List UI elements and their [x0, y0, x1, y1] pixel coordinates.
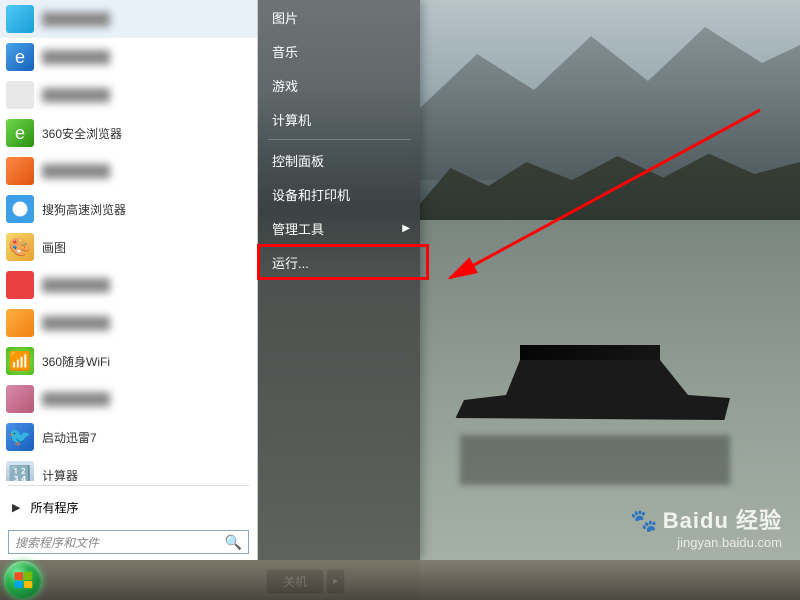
all-programs-label: 所有程序 — [30, 499, 78, 516]
program-icon: 🐦 — [6, 423, 34, 451]
program-label: ████████ — [42, 316, 110, 330]
program-item[interactable]: ████████ — [0, 76, 257, 114]
program-icon — [6, 81, 34, 109]
program-item[interactable]: e ████████ — [0, 38, 257, 76]
program-label: ████████ — [42, 392, 110, 406]
program-label: 画图 — [42, 239, 66, 256]
search-input[interactable]: 搜索程序和文件 🔍 — [8, 530, 249, 554]
right-menu-item[interactable]: 图片 — [258, 0, 420, 34]
program-icon: e — [6, 43, 34, 71]
right-menu-label: 游戏 — [272, 76, 298, 95]
program-label: 搜狗高速浏览器 — [42, 201, 126, 218]
search-placeholder: 搜索程序和文件 — [15, 534, 99, 551]
right-menu-label: 计算机 — [272, 110, 311, 129]
program-item[interactable]: 🐦 启动迅雷7 — [0, 418, 257, 456]
program-icon: 🔢 — [6, 461, 34, 481]
program-icon: 📶 — [6, 347, 34, 375]
program-item[interactable]: e 360安全浏览器 — [0, 114, 257, 152]
program-icon — [6, 5, 34, 33]
program-item[interactable]: S 搜狗高速浏览器 — [0, 190, 257, 228]
start-menu: ████████ e ████████ ████████ e 360安全浏览器 ██████… — [0, 0, 420, 560]
right-menu-item[interactable]: 控制面板 — [258, 143, 420, 177]
search-icon: 🔍 — [225, 534, 242, 551]
program-item[interactable]: 🔢 计算器 — [0, 456, 257, 481]
program-label: ████████ — [42, 12, 110, 26]
right-menu-label: 管理工具 — [272, 219, 324, 238]
start-button[interactable] — [4, 561, 42, 599]
program-item[interactable]: ████████ — [0, 266, 257, 304]
right-menu-item[interactable]: 计算机 — [258, 102, 420, 136]
search-row: 搜索程序和文件 🔍 — [0, 524, 257, 560]
wallpaper-reflection — [460, 435, 730, 485]
program-label: ████████ — [42, 164, 110, 178]
program-icon: 🎨 — [6, 233, 34, 261]
program-item[interactable]: ████████ — [0, 304, 257, 342]
right-menu-label: 控制面板 — [272, 151, 324, 170]
program-list: ████████ e ████████ ████████ e 360安全浏览器 ██████… — [0, 0, 257, 481]
windows-logo-icon — [14, 572, 32, 589]
program-icon — [6, 157, 34, 185]
all-programs-button[interactable]: ▶ 所有程序 — [0, 490, 257, 524]
program-item[interactable]: 📶 360随身WiFi — [0, 342, 257, 380]
program-item[interactable]: ████████ — [0, 0, 257, 38]
program-icon: e — [6, 119, 34, 147]
divider — [8, 485, 249, 486]
program-label: 启动迅雷7 — [42, 429, 97, 446]
right-menu-label: 音乐 — [272, 42, 298, 61]
right-menu-item-run[interactable]: 运行... — [258, 245, 428, 279]
menu-separator — [268, 139, 410, 140]
right-menu-label: 图片 — [272, 8, 298, 27]
submenu-arrow-icon: ▶ — [402, 223, 410, 234]
wallpaper-mountains — [420, 0, 800, 180]
program-item[interactable]: 🎨 画图 — [0, 228, 257, 266]
watermark-logo: 🐾Baidu 经验 — [630, 503, 782, 535]
paw-icon: 🐾 — [630, 508, 658, 534]
start-menu-left-panel: ████████ e ████████ ████████ e 360安全浏览器 ██████… — [0, 0, 258, 560]
right-menu-item[interactable]: 游戏 — [258, 68, 420, 102]
program-icon — [6, 271, 34, 299]
program-label: 360随身WiFi — [42, 353, 110, 370]
watermark-url: jingyan.baidu.com — [630, 535, 782, 550]
start-menu-right-panel: 图片音乐游戏计算机控制面板设备和打印机管理工具 ▶ 运行... — [258, 0, 420, 560]
watermark: 🐾Baidu 经验 jingyan.baidu.com — [630, 503, 782, 550]
right-menu-item[interactable]: 音乐 — [258, 34, 420, 68]
program-icon: S — [6, 195, 34, 223]
program-label: 360安全浏览器 — [42, 125, 122, 142]
arrow-right-icon: ▶ — [12, 501, 20, 514]
program-item[interactable]: ████████ — [0, 380, 257, 418]
right-menu-item[interactable]: 管理工具 ▶ — [258, 211, 420, 245]
program-label: ████████ — [42, 88, 110, 102]
program-label: ████████ — [42, 50, 110, 64]
program-icon — [6, 309, 34, 337]
program-label: 计算器 — [42, 467, 78, 482]
taskbar[interactable] — [0, 560, 800, 600]
right-menu-label: 设备和打印机 — [272, 185, 350, 204]
program-icon — [6, 385, 34, 413]
program-label: ████████ — [42, 278, 110, 292]
right-menu-label: 运行... — [272, 253, 309, 272]
right-menu-item[interactable]: 设备和打印机 — [258, 177, 420, 211]
program-item[interactable]: ████████ — [0, 152, 257, 190]
